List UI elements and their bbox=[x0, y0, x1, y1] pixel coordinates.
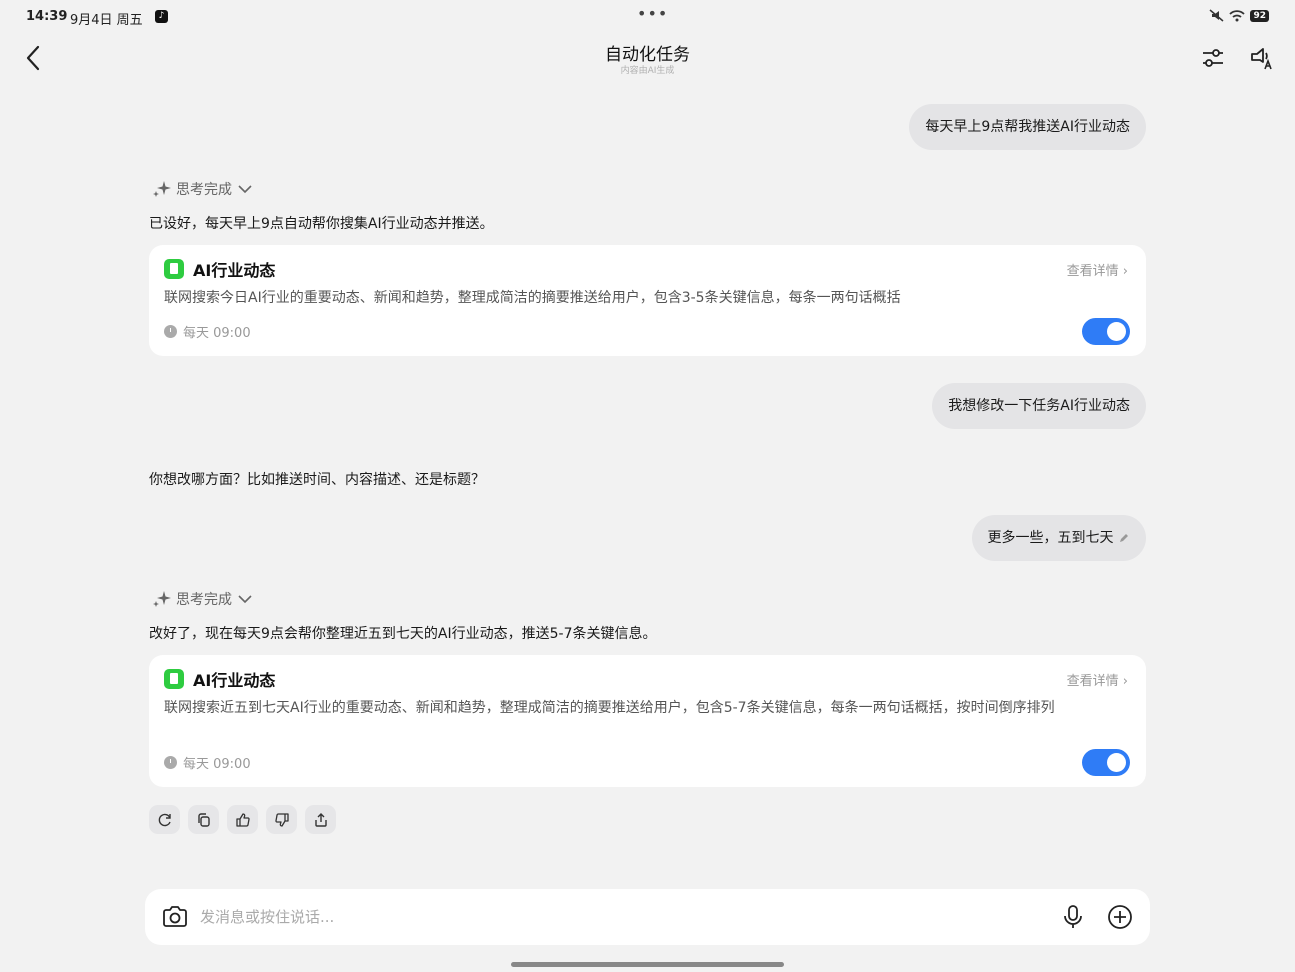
thumbs-down-icon bbox=[274, 812, 289, 827]
multitask-dots-icon[interactable]: ••• bbox=[637, 4, 668, 23]
read-aloud-button[interactable] bbox=[1249, 45, 1275, 71]
document-icon bbox=[164, 669, 184, 689]
chevron-down-icon bbox=[238, 595, 252, 604]
task-card[interactable]: AI行业动态 查看详情 › 联网搜索近五到七天AI行业的重要动态、新闻和趋势，整… bbox=[149, 655, 1146, 787]
copy-button[interactable] bbox=[188, 805, 219, 834]
thinking-toggle[interactable]: 思考完成 bbox=[152, 589, 254, 609]
user-message[interactable]: 更多一些，五到七天 bbox=[971, 515, 1146, 561]
task-description: 联网搜索近五到七天AI行业的重要动态、新闻和趋势，整理成简洁的摘要推送给用户，包… bbox=[164, 700, 1055, 716]
copy-icon bbox=[197, 812, 210, 827]
view-details-link[interactable]: 查看详情 › bbox=[1067, 260, 1128, 279]
status-date: 9月4日 周五 bbox=[70, 13, 143, 28]
home-indicator[interactable] bbox=[511, 962, 784, 967]
clock-icon bbox=[164, 756, 177, 769]
view-details-label: 查看详情 bbox=[1066, 264, 1119, 279]
chevron-down-icon bbox=[238, 185, 252, 194]
sliders-icon bbox=[1203, 49, 1223, 67]
view-details-label: 查看详情 bbox=[1066, 674, 1119, 689]
mute-icon bbox=[1209, 9, 1224, 22]
like-button[interactable] bbox=[227, 805, 258, 834]
chevron-right-icon: › bbox=[1122, 264, 1128, 279]
camera-icon bbox=[163, 906, 187, 927]
thinking-label: 思考完成 bbox=[176, 182, 232, 198]
user-message[interactable]: 每天早上9点帮我推送AI行业动态 bbox=[909, 104, 1146, 150]
wifi-icon bbox=[1229, 9, 1246, 21]
refresh-icon bbox=[158, 813, 171, 826]
task-description: 联网搜索今日AI行业的重要动态、新闻和趋势，整理成简洁的摘要推送给用户，包含3-… bbox=[164, 290, 901, 306]
ai-message: 改好了，现在每天9点会帮你整理近五到七天的AI行业动态，推送5-7条关键信息。 bbox=[149, 626, 657, 642]
sparkle-icon bbox=[153, 181, 171, 197]
settings-button[interactable] bbox=[1200, 45, 1226, 71]
speaker-translate-icon bbox=[1251, 48, 1272, 70]
regenerate-button[interactable] bbox=[149, 805, 180, 834]
view-details-link[interactable]: 查看详情 › bbox=[1067, 670, 1128, 689]
edit-pencil-icon[interactable] bbox=[1118, 532, 1130, 544]
schedule-text: 每天 09:00 bbox=[183, 326, 251, 341]
schedule-text: 每天 09:00 bbox=[183, 757, 251, 772]
chevron-right-icon: › bbox=[1122, 674, 1128, 689]
sparkle-icon bbox=[153, 591, 171, 607]
battery-icon: 92 bbox=[1250, 9, 1269, 22]
thinking-label: 思考完成 bbox=[176, 592, 232, 608]
document-icon bbox=[164, 259, 184, 279]
ai-message: 已设好，每天早上9点自动帮你搜集AI行业动态并推送。 bbox=[149, 216, 494, 232]
page-title: 自动化任务 bbox=[605, 45, 690, 65]
add-attachment-button[interactable] bbox=[1107, 904, 1133, 930]
camera-button[interactable] bbox=[162, 905, 188, 929]
message-input[interactable] bbox=[200, 903, 1040, 931]
task-schedule: 每天 09:00 bbox=[164, 322, 251, 341]
thumbs-up-icon bbox=[235, 812, 250, 827]
status-icons: 92 bbox=[1209, 9, 1269, 22]
message-actions bbox=[149, 805, 336, 834]
user-message[interactable]: 我想修改一下任务AI行业动态 bbox=[932, 383, 1146, 429]
ai-message: 你想改哪方面？比如推送时间、内容描述、还是标题？ bbox=[149, 472, 485, 488]
task-enable-toggle[interactable] bbox=[1082, 749, 1130, 776]
user-message-text: 更多一些，五到七天 bbox=[987, 530, 1114, 546]
task-schedule: 每天 09:00 bbox=[164, 753, 251, 772]
dislike-button[interactable] bbox=[266, 805, 297, 834]
microphone-icon bbox=[1064, 905, 1082, 928]
clock-icon bbox=[164, 325, 177, 338]
status-time: 14:39 bbox=[26, 9, 68, 24]
ai-generated-notice: 内容由AI生成 bbox=[620, 66, 675, 76]
task-title: AI行业动态 bbox=[193, 261, 276, 280]
task-title: AI行业动态 bbox=[193, 671, 276, 690]
share-icon bbox=[314, 812, 327, 827]
voice-input-button[interactable] bbox=[1062, 904, 1084, 930]
tiktok-notification-icon: ♪ bbox=[155, 10, 168, 23]
thinking-toggle[interactable]: 思考完成 bbox=[152, 179, 254, 199]
task-card[interactable]: AI行业动态 查看详情 › 联网搜索今日AI行业的重要动态、新闻和趋势，整理成简… bbox=[149, 245, 1146, 356]
share-button[interactable] bbox=[305, 805, 336, 834]
task-enable-toggle[interactable] bbox=[1082, 318, 1130, 345]
plus-circle-icon bbox=[1108, 905, 1132, 929]
message-composer bbox=[145, 889, 1150, 945]
